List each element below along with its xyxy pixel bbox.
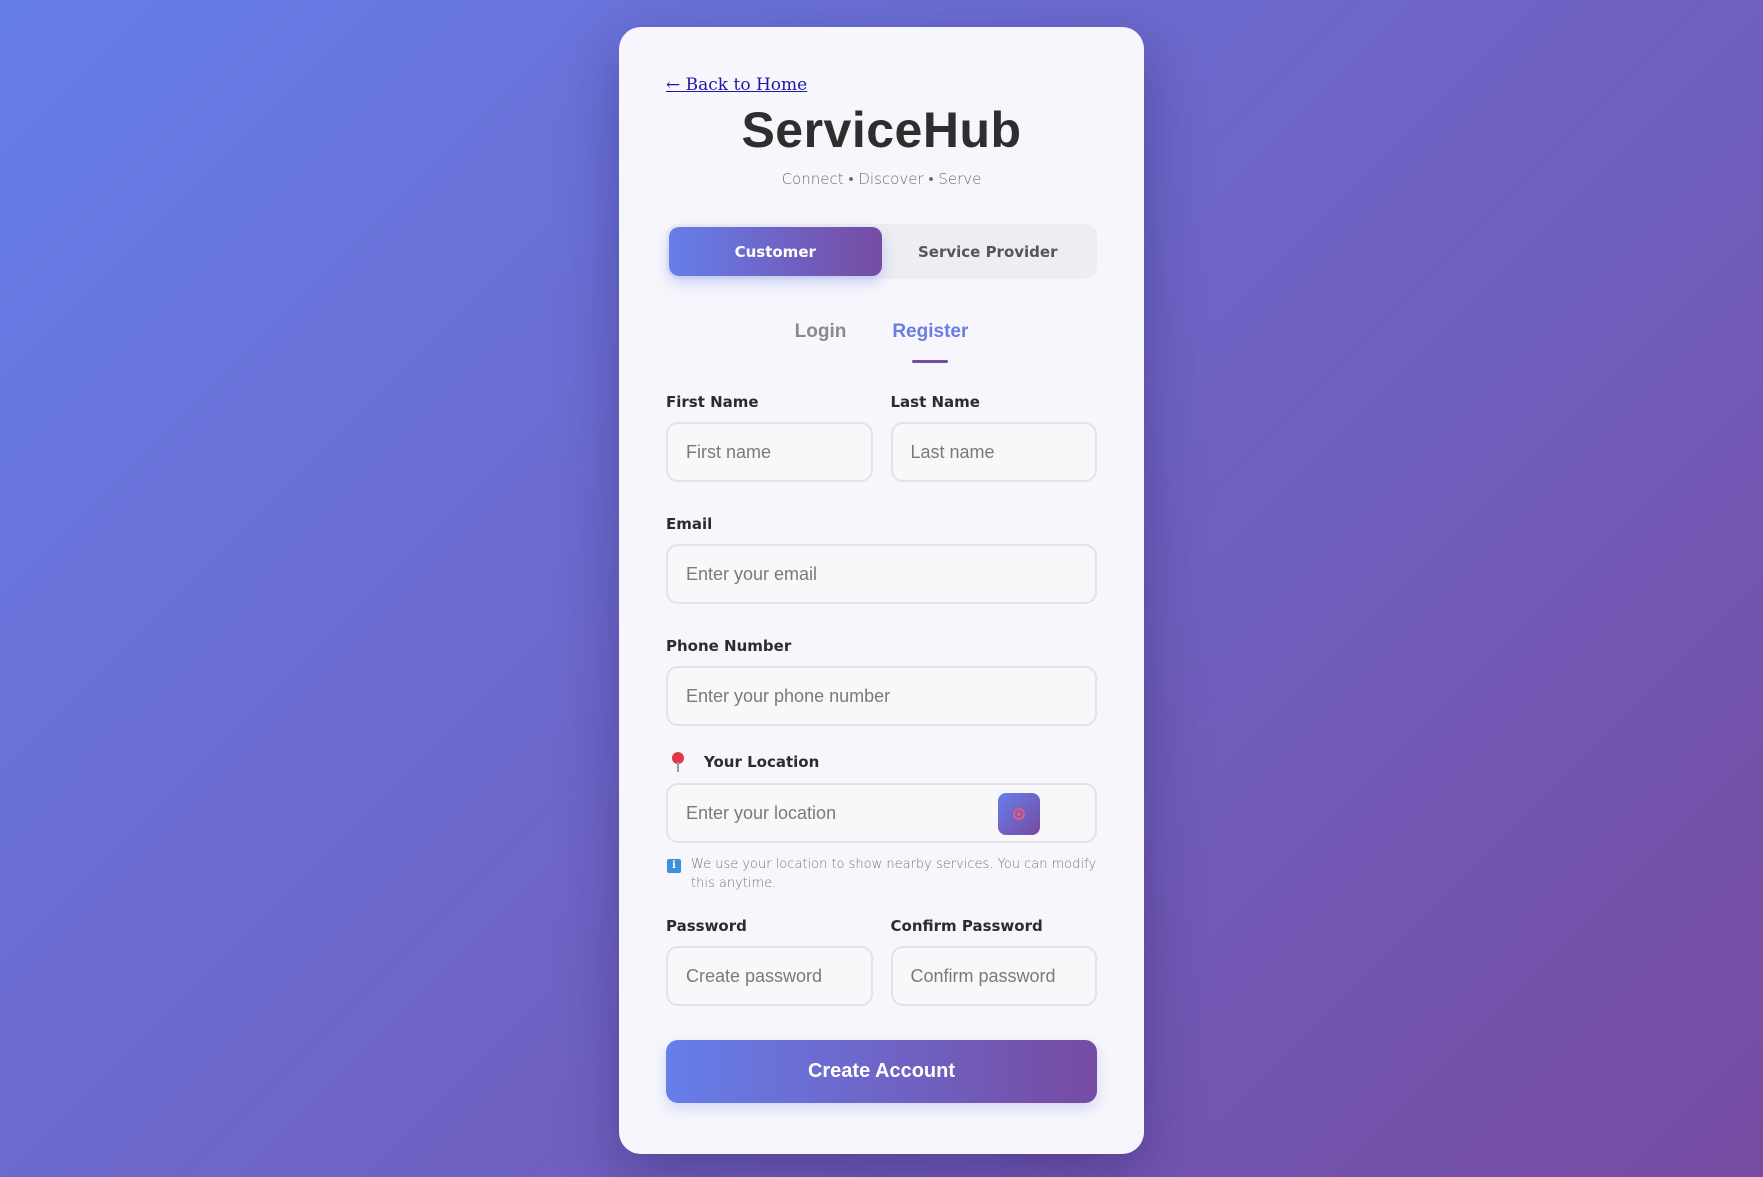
password-label: Password: [666, 917, 747, 935]
confirm-password-input[interactable]: [890, 946, 1097, 1006]
name-row: First Name Last Name: [666, 393, 1097, 482]
location-hint: i We use your location to show nearby se…: [666, 855, 1097, 893]
tab-register[interactable]: Register: [892, 321, 968, 363]
detect-location-button[interactable]: [998, 793, 1040, 835]
first-name-input[interactable]: [666, 422, 873, 482]
first-name-group: First Name: [666, 393, 873, 482]
email-group: Email: [666, 515, 1097, 604]
tab-login[interactable]: Login: [795, 321, 847, 363]
create-account-button[interactable]: Create Account: [666, 1040, 1097, 1103]
location-group: Your Location i We use your location to …: [666, 752, 1097, 893]
confirm-password-group: Confirm Password: [890, 917, 1097, 1006]
role-toggle: Customer Service Provider: [666, 224, 1097, 279]
email-label: Email: [666, 515, 713, 533]
email-input[interactable]: [666, 544, 1097, 604]
phone-input[interactable]: [666, 666, 1097, 726]
password-row: Password Confirm Password: [666, 917, 1097, 1006]
role-service-provider-button[interactable]: Service Provider: [882, 227, 1095, 276]
first-name-label: First Name: [666, 393, 759, 411]
last-name-group: Last Name: [890, 393, 1097, 482]
password-input[interactable]: [666, 946, 873, 1006]
phone-group: Phone Number: [666, 637, 1097, 726]
phone-label: Phone Number: [666, 637, 792, 655]
pin-icon: [670, 752, 686, 772]
confirm-password-label: Confirm Password: [890, 917, 1043, 935]
auth-tabs: Login Register: [666, 321, 1097, 363]
role-customer-button[interactable]: Customer: [669, 227, 882, 276]
target-icon: [1013, 808, 1025, 820]
location-hint-text: We use your location to show nearby serv…: [691, 857, 1097, 891]
password-group: Password: [666, 917, 873, 1006]
location-input-wrapper: [666, 783, 1097, 843]
back-to-home-link[interactable]: ← Back to Home: [666, 75, 807, 95]
location-label-row: Your Location: [666, 752, 1097, 772]
location-label: Your Location: [704, 753, 820, 771]
last-name-input[interactable]: [890, 422, 1097, 482]
auth-card: ← Back to Home ServiceHub Connect • Disc…: [619, 27, 1144, 1154]
info-icon: i: [667, 859, 681, 873]
last-name-label: Last Name: [890, 393, 980, 411]
brand-title: ServiceHub: [741, 102, 1022, 158]
brand-tagline: Connect • Discover • Serve: [781, 170, 982, 188]
